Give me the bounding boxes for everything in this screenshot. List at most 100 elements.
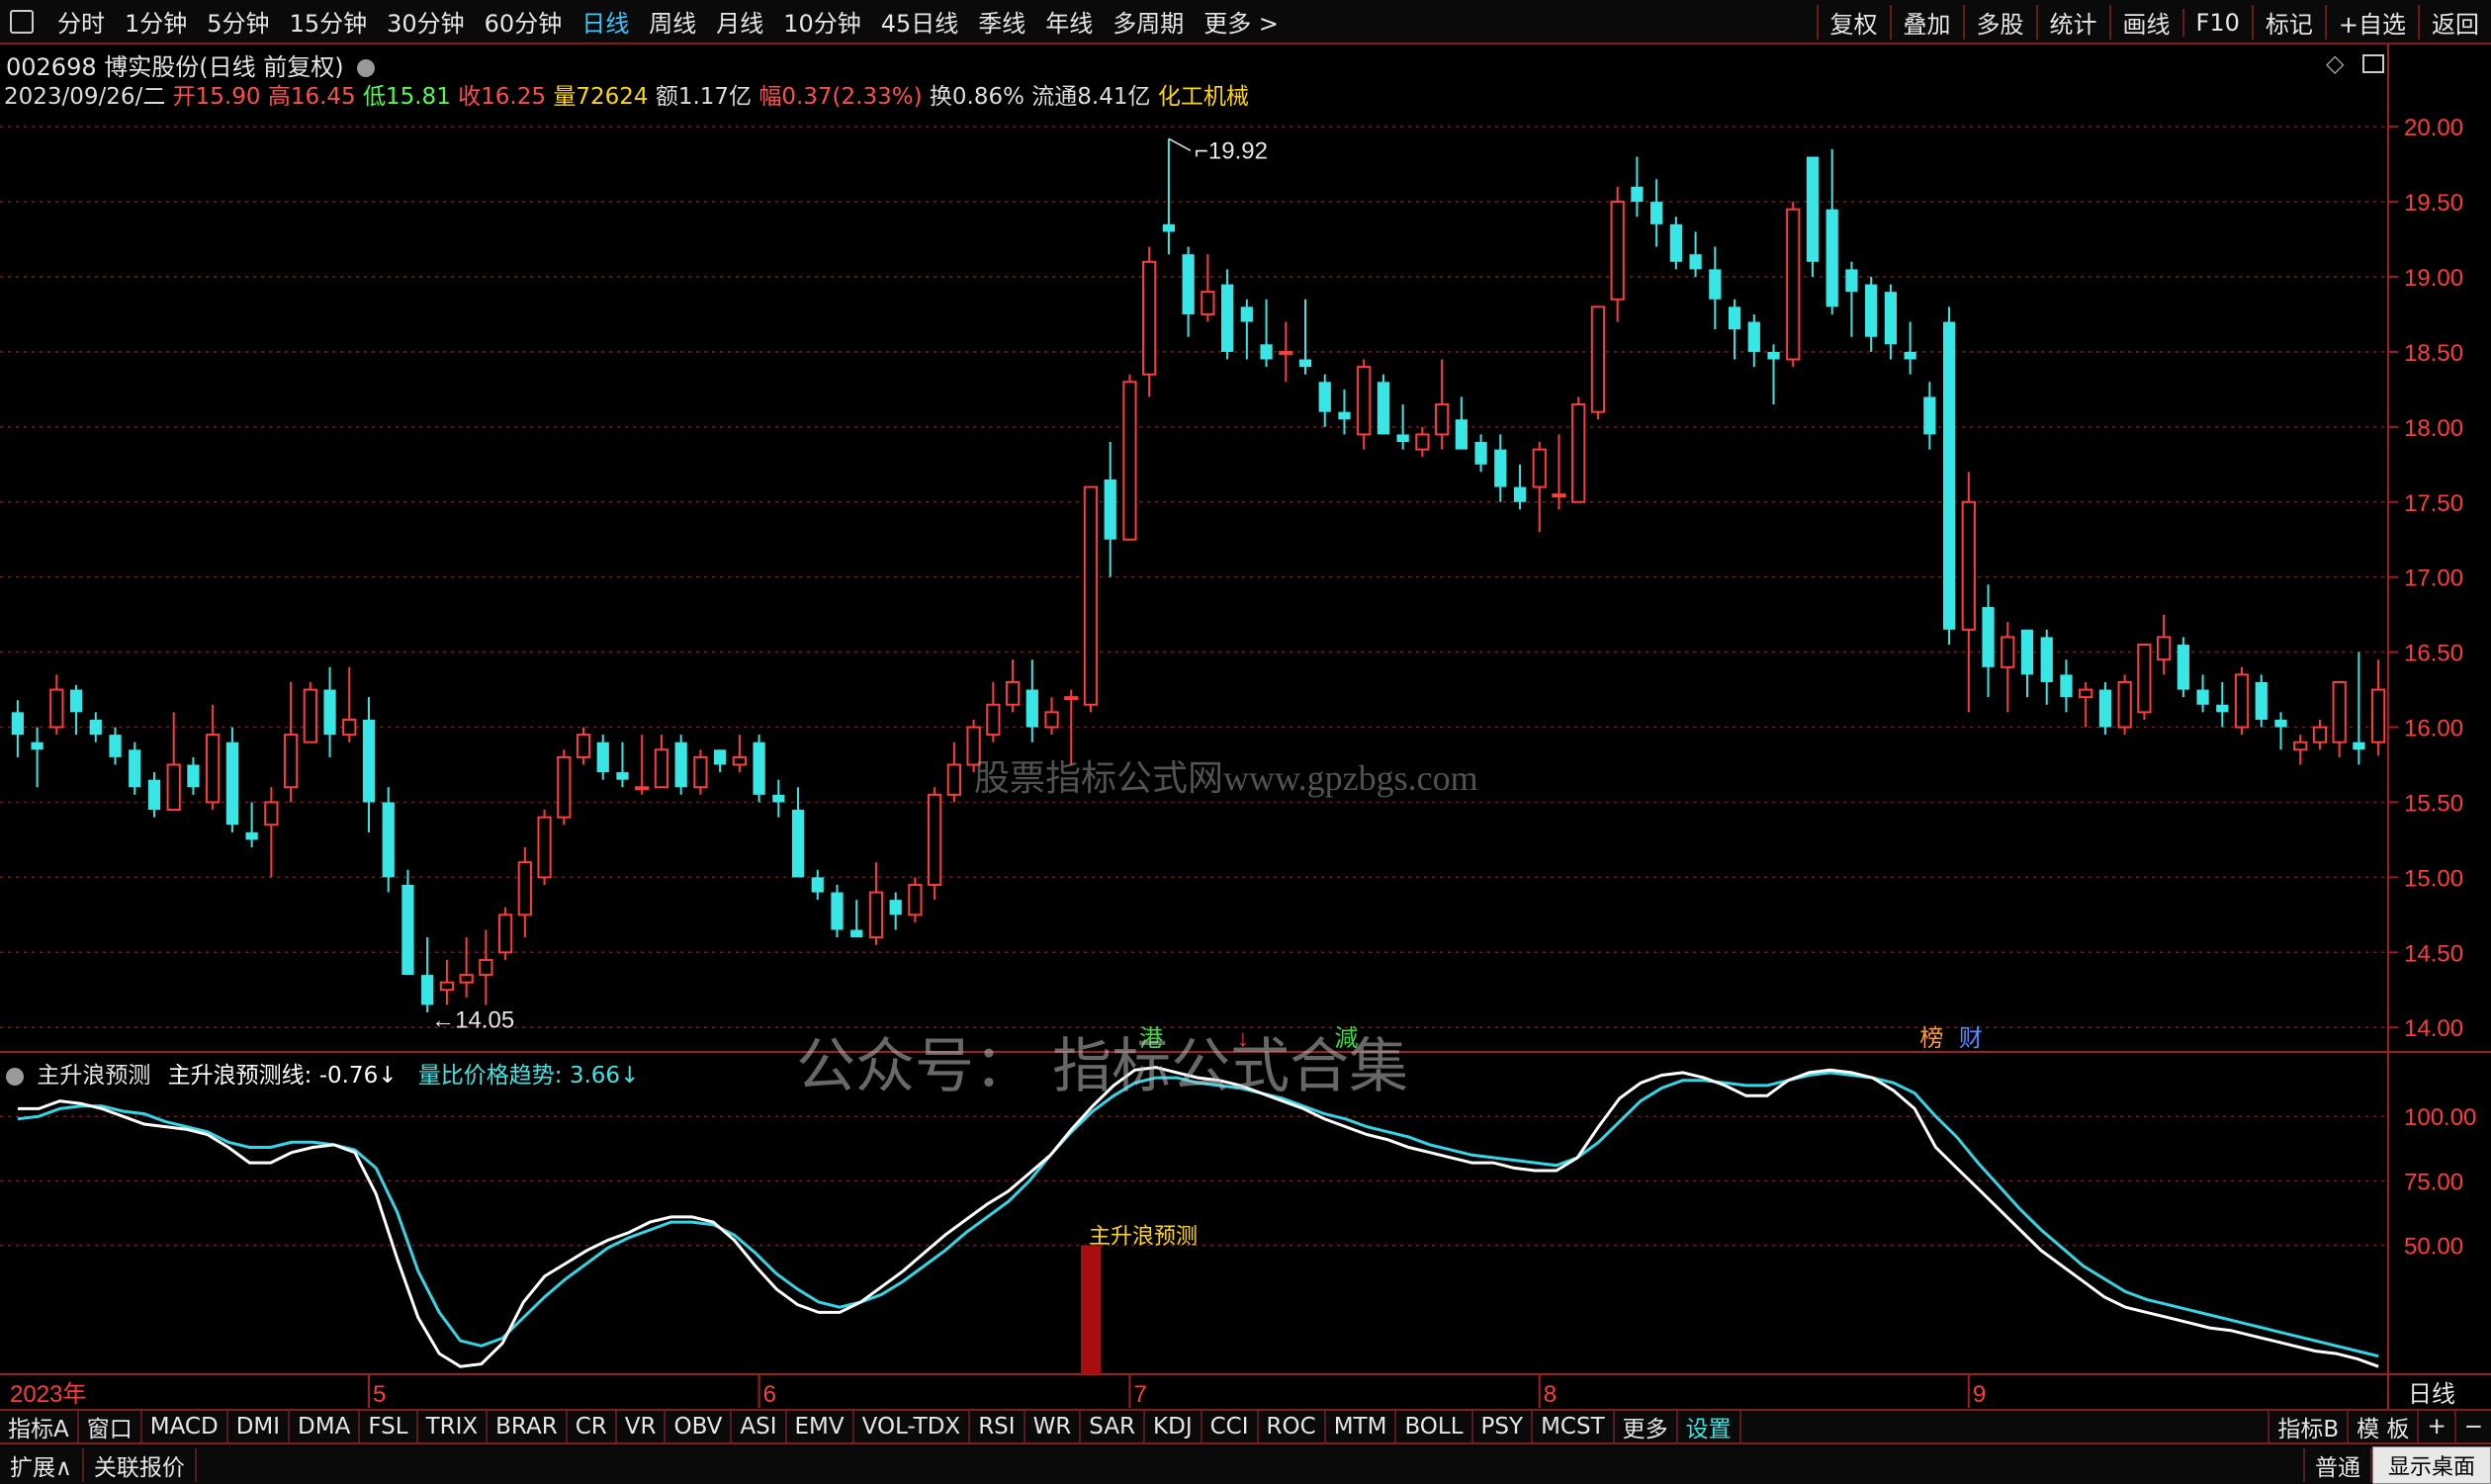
indicator-tabs: 指标A 窗口 MACD DMI DMA FSL TRIX BRAR CR VR OBV ASI EMV V… xyxy=(0,1411,1741,1442)
zoom-out-button[interactable]: − xyxy=(2456,1411,2491,1442)
indicator-tab-25[interactable]: 设置 xyxy=(1678,1411,1741,1442)
candle-body-98 xyxy=(1923,396,1936,435)
candle-body-96 xyxy=(1884,292,1898,345)
indicator-tab-23[interactable]: MCST xyxy=(1533,1411,1615,1442)
indicator-tab-1[interactable]: 窗口 xyxy=(79,1411,142,1442)
price-tick-label-2: 19.00 xyxy=(2404,265,2463,292)
kline-chart[interactable]: 20.00 19.50 19.00 18.50 18.00 17.50 17.00 16.50… xyxy=(0,0,2491,1409)
show-desktop-button[interactable]: 显示桌面 xyxy=(2372,1446,2491,1484)
time-label-4: 8 xyxy=(1544,1381,1557,1408)
indicator-tab-6[interactable]: TRIX xyxy=(418,1411,489,1442)
indicator-name[interactable]: 主升浪预测 xyxy=(37,1063,150,1089)
indicator-b-button[interactable]: 指标B xyxy=(2268,1411,2350,1442)
expand-button[interactable]: 扩展∧ xyxy=(0,1448,84,1482)
indicator-tab-13[interactable]: VOL-TDX xyxy=(854,1411,971,1442)
price-tick-label-3: 18.50 xyxy=(2404,340,2463,367)
candle-body-85 xyxy=(1669,223,1682,262)
candle-body-119 xyxy=(2332,680,2347,743)
indicator-tab-3[interactable]: DMI xyxy=(228,1411,291,1442)
candle-body-109 xyxy=(2137,644,2152,714)
candle-body-38 xyxy=(753,742,765,795)
candle-body-42 xyxy=(831,892,844,930)
indicator-tab-bar: 指标A 窗口 MACD DMI DMA FSL TRIX BRAR CR VR OBV ASI EMV V… xyxy=(0,1409,2491,1444)
candle-body-51 xyxy=(1005,680,1021,706)
indicator-tab-15[interactable]: WR xyxy=(1025,1411,1082,1442)
indicator-tab-2[interactable]: MACD xyxy=(142,1411,228,1442)
candle-body-81 xyxy=(1590,306,1606,413)
candle-body-30 xyxy=(596,742,609,773)
candle-body-60 xyxy=(1182,254,1195,314)
price-tick-label-11: 14.50 xyxy=(2404,940,2463,967)
candle-body-77 xyxy=(1513,486,1527,502)
candle-body-24 xyxy=(479,958,493,977)
template-button[interactable]: 模 板 xyxy=(2349,1411,2420,1442)
indicator-tab-10[interactable]: OBV xyxy=(666,1411,733,1442)
indicator-tab-17[interactable]: KDJ xyxy=(1145,1411,1202,1442)
candle-body-50 xyxy=(986,703,1001,737)
indicator-tab-22[interactable]: PSY xyxy=(1473,1411,1534,1442)
candle-body-37 xyxy=(732,755,747,766)
signal-bar xyxy=(1080,1245,1101,1374)
candle-body-80 xyxy=(1571,403,1586,503)
candle-body-10 xyxy=(206,734,221,804)
related-quotes-button[interactable]: 关联报价 xyxy=(84,1448,197,1482)
candle-body-12 xyxy=(245,831,258,840)
candle-body-102 xyxy=(2001,636,2015,668)
time-label-5: 9 xyxy=(1973,1381,1986,1408)
wechat-watermark: 公众号： 指标公式合集 xyxy=(796,1032,1409,1101)
indicator-tab-12[interactable]: EMV xyxy=(787,1411,854,1442)
indicator-settings-icon[interactable] xyxy=(6,1067,24,1086)
indicator-tab-16[interactable]: SAR xyxy=(1081,1411,1146,1442)
candle-body-43 xyxy=(850,929,863,938)
indicator-tab-9[interactable]: VR xyxy=(617,1411,667,1442)
indicator-tab-19[interactable]: ROC xyxy=(1259,1411,1326,1442)
candle-body-39 xyxy=(772,794,785,803)
site-watermark: 股票指标公式网www.gpzbgs.com xyxy=(974,758,1478,798)
candle-body-73 xyxy=(1435,403,1450,436)
candle-body-21 xyxy=(421,975,434,1005)
price-tick-label-8: 16.00 xyxy=(2404,716,2463,742)
candle-body-6 xyxy=(129,749,141,788)
zoom-in-button[interactable]: + xyxy=(2419,1411,2456,1442)
candle-body-79 xyxy=(1552,493,1566,498)
indicator-tab-8[interactable]: CR xyxy=(568,1411,617,1442)
candle-body-117 xyxy=(2293,741,2308,751)
candle-body-36 xyxy=(714,749,727,765)
candle-body-105 xyxy=(2060,674,2073,698)
candle-body-41 xyxy=(811,877,824,893)
candle-body-108 xyxy=(2117,680,2132,729)
candle-body-78 xyxy=(1532,448,1547,488)
candle-body-70 xyxy=(1377,382,1390,435)
candle-body-47 xyxy=(928,793,942,886)
indicator-tab-24[interactable]: 更多 xyxy=(1615,1411,1678,1442)
indicator-tab-5[interactable]: FSL xyxy=(360,1411,418,1442)
normal-mode-button[interactable]: 普通 xyxy=(2303,1448,2372,1482)
candle-body-19 xyxy=(382,802,395,878)
line2-label: 量比价格趋势: xyxy=(417,1063,563,1089)
indicator-tab-14[interactable]: RSI xyxy=(970,1411,1025,1442)
candle-body-20 xyxy=(401,884,414,976)
candle-body-67 xyxy=(1318,382,1331,412)
candle-body-28 xyxy=(557,755,572,819)
indicator-tab-18[interactable]: CCI xyxy=(1202,1411,1259,1442)
candle-body-29 xyxy=(576,734,591,758)
candle-body-33 xyxy=(654,748,669,789)
candle-body-86 xyxy=(1689,254,1702,270)
indicator-tab-7[interactable]: BRAR xyxy=(488,1411,568,1442)
indicator-tick-label-2: 50.00 xyxy=(2404,1234,2463,1261)
indicator-tab-right: 指标B 模 板 + − xyxy=(2268,1411,2491,1442)
candle-body-104 xyxy=(2040,637,2053,682)
trend-line-cyan xyxy=(17,1071,2379,1358)
indicator-tab-20[interactable]: MTM xyxy=(1326,1411,1397,1442)
candle-body-55 xyxy=(1083,485,1099,706)
line1-down-arrow-icon: ↓ xyxy=(378,1063,398,1089)
candle-body-23 xyxy=(459,974,474,984)
indicator-tab-21[interactable]: BOLL xyxy=(1396,1411,1473,1442)
indicator-tick-label-0: 100.00 xyxy=(2404,1104,2476,1131)
indicator-tab-0[interactable]: 指标A xyxy=(0,1411,79,1442)
candle-body-92 xyxy=(1806,156,1820,262)
candle-body-1 xyxy=(31,742,44,750)
indicator-tab-11[interactable]: ASI xyxy=(732,1411,787,1442)
candle-body-75 xyxy=(1474,442,1487,465)
indicator-tab-4[interactable]: DMA xyxy=(290,1411,361,1442)
